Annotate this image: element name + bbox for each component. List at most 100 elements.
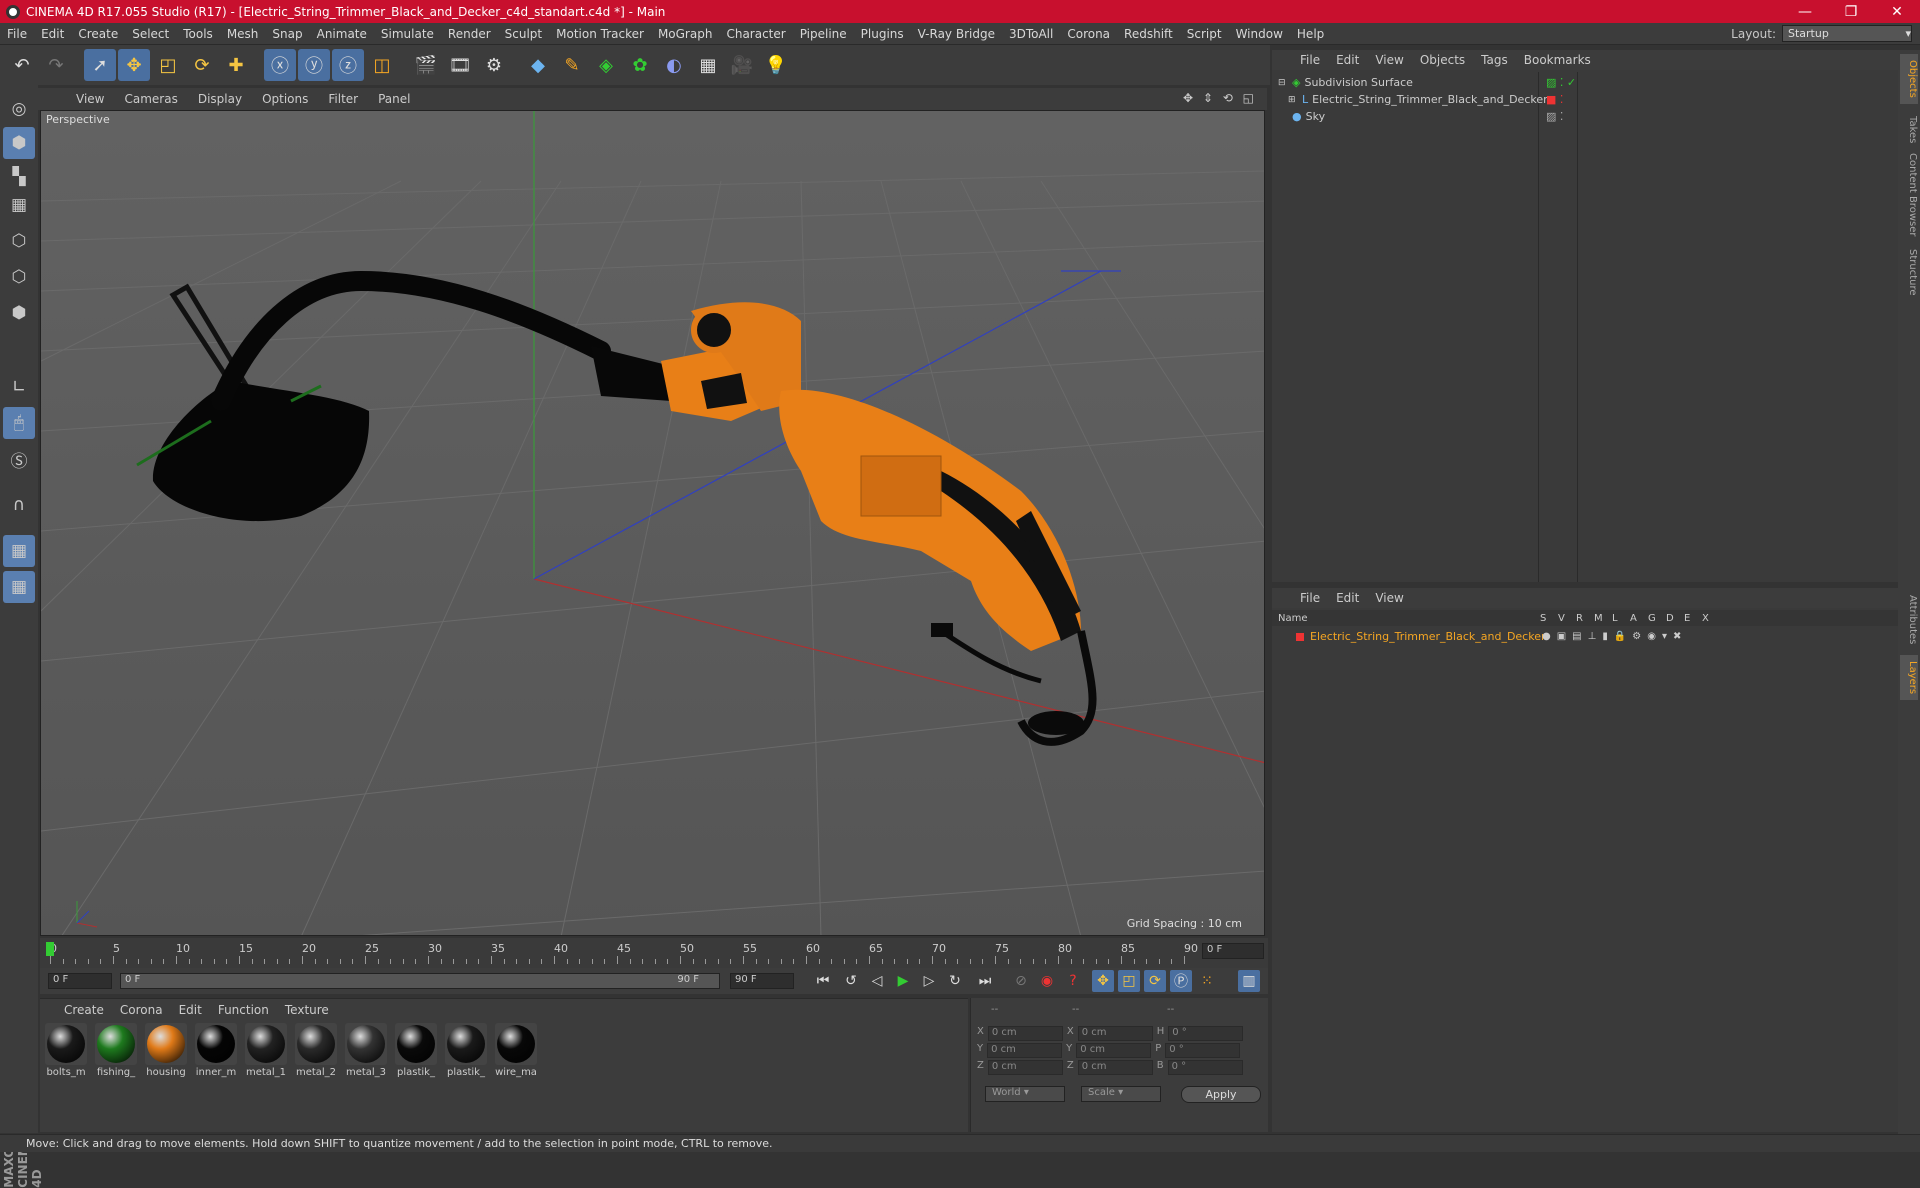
object-row-trimmer[interactable]: ⊞ L Electric_String_Trimmer_Black_and_De… [1272, 91, 1898, 108]
material-swatch[interactable]: bolts_m [43, 1023, 89, 1078]
coord-value-field[interactable]: 0 cm [987, 1060, 1063, 1075]
timeline-window-icon[interactable]: ▥ [1238, 970, 1260, 992]
start-frame-field[interactable]: 0 F [48, 973, 112, 989]
material-swatch[interactable]: fishing_ [93, 1023, 139, 1078]
maximize-button[interactable]: ❐ [1828, 0, 1874, 23]
menu-mesh[interactable]: Mesh [220, 27, 266, 41]
tab-objects[interactable]: Objects [1900, 54, 1918, 104]
menu-snap[interactable]: Snap [265, 27, 309, 41]
render-view-icon[interactable]: 🎬 [410, 49, 442, 81]
viewport-menu-display[interactable]: Display [188, 92, 252, 106]
coord-value-field[interactable]: 0 cm [1077, 1026, 1153, 1041]
coordinate-system-icon[interactable]: ◫ [366, 49, 398, 81]
edges-mode-icon[interactable]: ⬡ [3, 261, 35, 293]
record-keys-icon[interactable]: ⊘ [1010, 970, 1032, 992]
tweak-mode-icon[interactable]: 🖱 [3, 407, 35, 439]
layer-column-x[interactable]: X [1702, 613, 1720, 624]
object-menu-tags[interactable]: Tags [1473, 53, 1516, 67]
expand-icon[interactable]: ⊞ [1288, 95, 1298, 105]
render-picture-viewer-icon[interactable]: 🎞 [444, 49, 476, 81]
magnet-icon[interactable]: ∩ [3, 489, 35, 521]
previous-key-icon[interactable]: ↺ [840, 970, 862, 992]
object-row-sky[interactable]: ● Sky ▨ ⁚ [1272, 108, 1898, 125]
close-button[interactable]: ✕ [1874, 0, 1920, 23]
pen-spline-icon[interactable]: ✎ [556, 49, 588, 81]
material-swatch[interactable]: plastik_ [443, 1023, 489, 1078]
tab-attributes[interactable]: Attributes [1900, 590, 1918, 650]
workplane-icon[interactable]: ▦ [3, 189, 35, 221]
material-swatch[interactable]: metal_2 [293, 1023, 339, 1078]
menu-redshift[interactable]: Redshift [1117, 27, 1180, 41]
snap-icon[interactable]: Ⓢ [3, 443, 35, 475]
camera-icon[interactable]: 🎥 [726, 49, 758, 81]
object-menu-file[interactable]: File [1292, 53, 1328, 67]
viewport-menu-panel[interactable]: Panel [368, 92, 420, 106]
menu-simulate[interactable]: Simulate [374, 27, 441, 41]
material-swatch[interactable]: wire_ma [493, 1023, 539, 1078]
material-menu-create[interactable]: Create [56, 1003, 112, 1017]
layer-column-d[interactable]: D [1666, 613, 1684, 624]
visibility-check-icon[interactable]: ▨ ⁚ ✓ [1546, 76, 1576, 89]
viewport-menu-view[interactable]: View [66, 92, 114, 106]
go-to-start-icon[interactable]: ⏮ [812, 970, 834, 992]
material-swatch[interactable]: inner_m [193, 1023, 239, 1078]
layer-column-g[interactable]: G [1648, 613, 1666, 624]
material-swatch[interactable]: plastik_ [393, 1023, 439, 1078]
model-mode-icon[interactable]: ⬢ [3, 127, 35, 159]
layer-column-e[interactable]: E [1684, 613, 1702, 624]
material-menu-function[interactable]: Function [210, 1003, 277, 1017]
scale-tool-icon[interactable]: ◰ [152, 49, 184, 81]
layer-color-swatch[interactable] [1296, 632, 1304, 641]
coord-value-field[interactable]: 0 cm [1076, 1043, 1152, 1058]
layer-menu-file[interactable]: File [1292, 591, 1328, 605]
menu-animate[interactable]: Animate [310, 27, 374, 41]
object-menu-edit[interactable]: Edit [1328, 53, 1367, 67]
cube-primitive-icon[interactable]: ◆ [522, 49, 554, 81]
collapse-icon[interactable]: ⊟ [1278, 78, 1288, 88]
redo-icon[interactable]: ↷ [40, 49, 72, 81]
menu-select[interactable]: Select [125, 27, 176, 41]
rotate-tool-icon[interactable]: ⟳ [186, 49, 218, 81]
move-tool-icon[interactable]: ✥ [118, 49, 150, 81]
menu-render[interactable]: Render [441, 27, 498, 41]
coord-value-field[interactable]: 0 cm [987, 1026, 1063, 1041]
layer-row[interactable]: Electric_String_Trimmer_Black_and_Decker… [1272, 628, 1898, 645]
visibility-dots-icon[interactable]: ▨ ⁚ [1546, 110, 1563, 123]
layer-menu-edit[interactable]: Edit [1328, 591, 1367, 605]
coord-value-field[interactable]: 0 ° [1167, 1060, 1243, 1075]
axis-mode-icon[interactable]: ∟ [3, 371, 35, 403]
current-frame-field[interactable]: 0 F [1202, 943, 1264, 959]
object-menu-bookmarks[interactable]: Bookmarks [1516, 53, 1599, 67]
viewport-menu-options[interactable]: Options [252, 92, 318, 106]
y-axis-lock-icon[interactable]: ⓨ [298, 49, 330, 81]
coord-value-field[interactable]: 0 cm [1077, 1060, 1153, 1075]
viewport-nav-icons[interactable]: ✥ ⇕ ⟲ ◱ [1183, 91, 1257, 105]
material-swatch[interactable]: housing [143, 1023, 189, 1078]
subdivision-surface-icon[interactable]: ◈ [590, 49, 622, 81]
material-swatch[interactable]: metal_1 [243, 1023, 289, 1078]
transform-tool-icon[interactable]: ✚ [220, 49, 252, 81]
tab-content-browser[interactable]: Content Browser [1900, 150, 1918, 240]
key-rotation-icon[interactable]: ⟳ [1144, 970, 1166, 992]
menu-create[interactable]: Create [71, 27, 125, 41]
object-menu-objects[interactable]: Objects [1412, 53, 1473, 67]
coord-value-field[interactable]: 0 cm [987, 1043, 1063, 1058]
menu-character[interactable]: Character [719, 27, 792, 41]
light-icon[interactable]: 💡 [760, 49, 792, 81]
auto-keying-icon[interactable]: ◉ [1036, 970, 1058, 992]
next-frame-icon[interactable]: ▷ [918, 970, 940, 992]
floor-icon[interactable]: ▦ [692, 49, 724, 81]
menu-plugins[interactable]: Plugins [854, 27, 911, 41]
z-axis-lock-icon[interactable]: ⓩ [332, 49, 364, 81]
layer-column-r[interactable]: R [1576, 613, 1594, 624]
tab-structure[interactable]: Structure [1900, 242, 1918, 302]
live-selection-icon[interactable]: ➚ [84, 49, 116, 81]
layer-menu-view[interactable]: View [1367, 591, 1411, 605]
grid-lock-icon[interactable]: ▦ [3, 535, 35, 567]
keyframe-selection-icon[interactable]: ? [1062, 970, 1084, 992]
go-to-end-icon[interactable]: ⏭ [974, 970, 996, 992]
menu-motion-tracker[interactable]: Motion Tracker [549, 27, 651, 41]
key-parameter-icon[interactable]: Ⓟ [1170, 970, 1192, 992]
frame-range-slider[interactable]: 0 F 90 F [120, 973, 720, 989]
object-menu-view[interactable]: View [1367, 53, 1411, 67]
